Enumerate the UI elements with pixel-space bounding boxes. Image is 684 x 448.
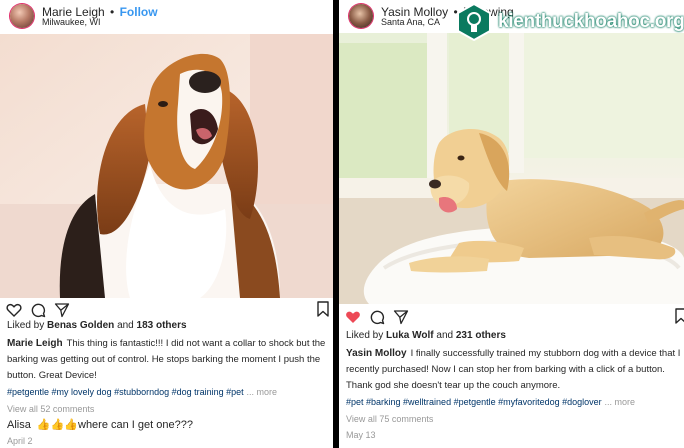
heart-filled-icon[interactable]: [345, 309, 361, 325]
heart-icon[interactable]: [6, 302, 22, 318]
post-photo[interactable]: [0, 34, 333, 298]
watermark-text: kienthuckhoahoc.org: [498, 11, 684, 32]
separator-dot: •: [110, 5, 115, 19]
bookmark-icon[interactable]: [317, 301, 329, 317]
caption-tags-line: #petgentle #my lovely dog #stubborndog #…: [7, 384, 329, 401]
watermark-logo-icon: [457, 2, 491, 42]
post-card-right: Yasin Molloy • Following Santa Ana, CA: [339, 0, 684, 448]
comment-emoji: 👍👍👍: [36, 419, 78, 431]
action-bar: [345, 307, 409, 327]
liker-name[interactable]: Luka Wolf: [386, 330, 434, 341]
post-meta: Liked by Luka Wolf and 231 others Yasin …: [346, 328, 684, 443]
beagle-photo: [0, 34, 333, 298]
caption-tags-line: #pet #barking #welltrained #petgentle #m…: [346, 394, 684, 411]
caption: Marie Leigh This thing is fantastic!!! I …: [7, 336, 329, 384]
watermark: kienthuckhoahoc.org: [454, 2, 684, 42]
view-all-comments[interactable]: View all 75 comments: [346, 411, 684, 427]
comment-username[interactable]: Alisa: [7, 419, 31, 431]
labrador-photo: [339, 33, 684, 304]
view-all-comments[interactable]: View all 52 comments: [7, 401, 329, 417]
likes-prefix: Liked by: [346, 330, 384, 341]
likes-count[interactable]: 183 others: [137, 320, 187, 331]
avatar[interactable]: [10, 4, 34, 28]
location[interactable]: Santa Ana, CA: [381, 17, 440, 27]
share-icon[interactable]: [54, 302, 70, 318]
caption-username[interactable]: Yasin Molloy: [346, 348, 407, 359]
post-date: April 2: [7, 436, 33, 446]
caption: Yasin Molloy I finally successfully train…: [346, 346, 684, 394]
comment-icon[interactable]: [30, 302, 46, 318]
liker-name[interactable]: Benas Golden: [47, 320, 114, 331]
post-date: May 13: [346, 430, 376, 440]
more-link[interactable]: ... more: [246, 387, 277, 397]
hashtags[interactable]: #pet #barking #welltrained #petgentle #m…: [346, 397, 602, 407]
post-meta: Liked by Benas Golden and 183 others Mar…: [7, 318, 329, 448]
location[interactable]: Milwaukee, WI: [42, 17, 101, 27]
avatar[interactable]: [349, 4, 373, 28]
comment-icon[interactable]: [369, 309, 385, 325]
more-link[interactable]: ... more: [604, 397, 635, 407]
likes-count[interactable]: 231 others: [456, 330, 506, 341]
post-card-left: Marie Leigh • Follow Milwaukee, WI Liked…: [0, 0, 333, 448]
action-bar: [6, 300, 70, 320]
likes-line[interactable]: Liked by Luka Wolf and 231 others: [346, 328, 684, 344]
bookmark-icon[interactable]: [675, 308, 684, 324]
caption-username[interactable]: Marie Leigh: [7, 338, 63, 349]
comment-text: where can I get one???: [78, 419, 193, 431]
post-photo[interactable]: [339, 33, 684, 304]
share-icon[interactable]: [393, 309, 409, 325]
likes-line[interactable]: Liked by Benas Golden and 183 others: [7, 318, 329, 334]
likes-joiner: and: [436, 330, 454, 341]
hashtags[interactable]: #petgentle #my lovely dog #stubborndog #…: [7, 387, 244, 397]
likes-joiner: and: [117, 320, 134, 331]
follow-button[interactable]: Follow: [120, 5, 158, 19]
post-header: Marie Leigh • Follow Milwaukee, WI: [0, 0, 333, 33]
comment: Alisa 👍👍👍where can I get one???: [7, 417, 329, 433]
likes-prefix: Liked by: [7, 320, 45, 331]
